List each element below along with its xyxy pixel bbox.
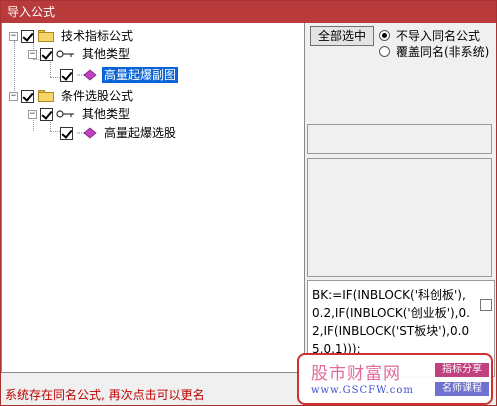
site-watermark: 股市财富网 www.GSCFW.com 指标分享 名师课程 — [297, 353, 493, 405]
folder-icon — [37, 29, 55, 43]
tree-node-label: 其他类型 — [82, 107, 131, 121]
node-checkbox[interactable] — [40, 47, 53, 61]
select-all-button[interactable]: 全部选中 — [310, 26, 374, 46]
watermark-url: www.GSCFW.com — [311, 385, 414, 396]
collapse-icon[interactable]: − — [28, 49, 37, 59]
node-checkbox[interactable] — [21, 29, 34, 43]
radio-button[interactable] — [379, 29, 390, 41]
option-skip-duplicates[interactable]: 不导入同名公式 — [379, 27, 480, 43]
key-icon — [56, 110, 74, 118]
folder-icon — [37, 89, 55, 103]
formula-gem-icon — [77, 69, 97, 81]
node-checkbox[interactable] — [60, 126, 73, 140]
tree-node-volume-surge-screener[interactable]: 高量起爆选股 — [60, 124, 178, 142]
tree-node-screener-formulas[interactable]: − 条件选股公式 — [9, 87, 135, 105]
option-label: 不导入同名公式 — [396, 28, 481, 43]
tree-node-label: 高量起爆副图 — [102, 67, 179, 83]
watermark-tag: 指标分享 — [435, 363, 489, 377]
option-overwrite-duplicates[interactable]: 覆盖同名(非系统) — [379, 43, 489, 59]
watermark-title: 股市财富网 — [311, 364, 401, 384]
tree-node-label: 其他类型 — [82, 47, 131, 61]
tree-node-label: 技术指标公式 — [61, 29, 134, 43]
collapse-icon[interactable]: − — [9, 31, 18, 41]
formula-text: BK:=IF(INBLOCK('科创板'),0.2,IF(INBLOCK('创业… — [312, 288, 470, 356]
tree-node-other-types[interactable]: − 其他类型 — [28, 105, 132, 123]
info-box-middle — [307, 158, 492, 277]
tree-node-label: 高量起爆选股 — [104, 126, 177, 140]
tree-node-label: 条件选股公式 — [61, 89, 134, 103]
option-label: 覆盖同名(非系统) — [396, 44, 490, 59]
formula-tree[interactable]: − 技术指标公式 − 其他类型 高量起爆副图 − 条件选股公式 − 其他类型 高… — [1, 23, 305, 373]
info-box-top — [307, 124, 492, 154]
tree-node-volume-surge-chart[interactable]: 高量起爆副图 — [60, 66, 179, 84]
tree-node-other-types[interactable]: − 其他类型 — [28, 45, 132, 63]
watermark-tag: 名师课程 — [435, 382, 489, 396]
node-checkbox[interactable] — [60, 68, 73, 82]
status-message: 系统存在同名公式, 再次点击可以更名 — [5, 388, 205, 402]
radio-button[interactable] — [379, 45, 390, 57]
key-icon — [56, 50, 74, 58]
collapse-icon[interactable]: − — [9, 91, 18, 101]
node-checkbox[interactable] — [40, 107, 53, 121]
preview-checkbox[interactable] — [480, 299, 492, 311]
collapse-icon[interactable]: − — [28, 109, 37, 119]
formula-gem-icon — [77, 127, 97, 139]
import-formula-dialog: 导入公式 − 技术指标公式 − 其他类型 高量起爆副图 − 条件选股公式 − 其… — [0, 0, 497, 406]
dialog-title: 导入公式 — [1, 1, 496, 23]
node-checkbox[interactable] — [21, 89, 34, 103]
tree-node-indicator-formulas[interactable]: − 技术指标公式 — [9, 27, 135, 45]
